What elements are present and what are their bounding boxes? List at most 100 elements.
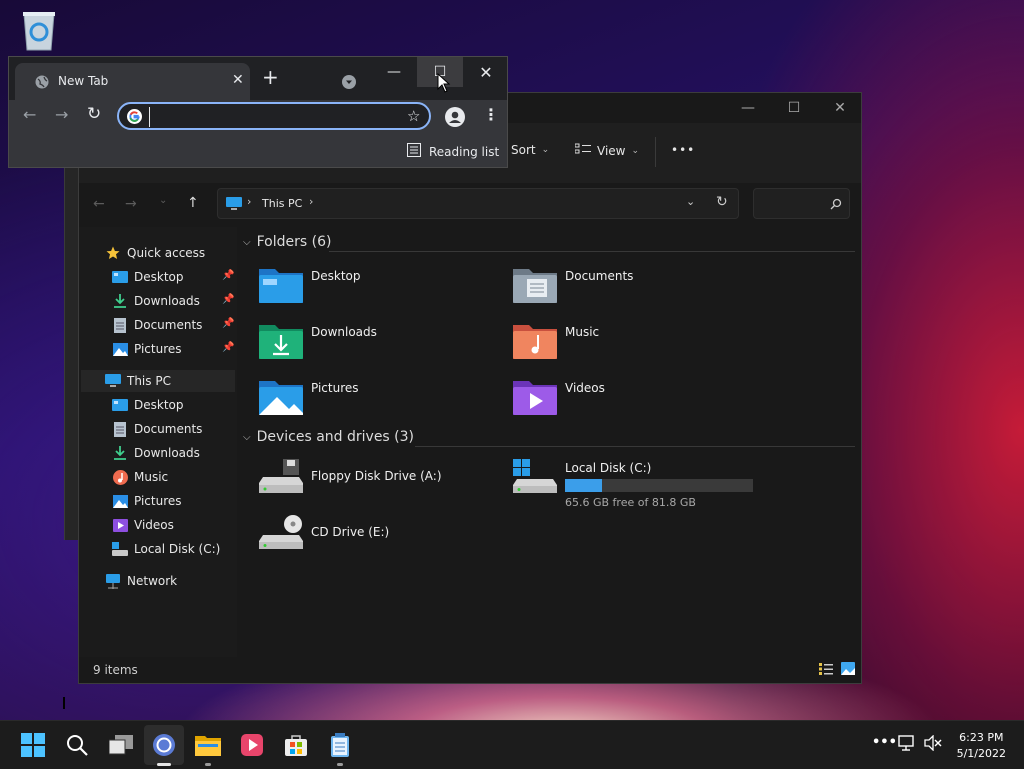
search-input[interactable]	[753, 188, 850, 219]
reload-icon[interactable]: ↻	[87, 104, 101, 124]
omnibox-input[interactable]	[149, 107, 394, 127]
volume-muted-icon[interactable]	[924, 734, 942, 755]
music-folder-icon	[513, 321, 557, 359]
status-bar: 9 items	[79, 657, 861, 683]
folders-group-header[interactable]: ⌵ Folders (6)	[243, 234, 331, 250]
chrome-menu-icon[interactable]: ⋮	[483, 105, 499, 124]
show-hidden-icons-icon[interactable]: •••	[872, 735, 897, 750]
disk-free-text: 65.6 GB free of 81.8 GB	[565, 496, 696, 509]
folder-downloads[interactable]: Downloads	[259, 321, 377, 359]
group-divider	[329, 251, 855, 252]
group-title: Folders (6)	[256, 234, 332, 250]
forward-arrow-icon[interactable]: →	[55, 105, 68, 124]
notepad-taskbar-button[interactable]	[327, 732, 353, 758]
nav-label: Documents	[134, 318, 203, 332]
toolbar-divider	[655, 137, 656, 167]
nav-quick-access[interactable]: Quick access	[105, 242, 205, 264]
explorer-close-button[interactable]: ✕	[817, 93, 863, 123]
running-indicator	[205, 763, 211, 766]
tab-search-icon[interactable]	[342, 74, 356, 93]
nav-label: Desktop	[134, 398, 184, 412]
drive-local-disk[interactable]: Local Disk (C:) 65.6 GB free of 81.8 GB	[513, 457, 753, 509]
forward-arrow-icon[interactable]: →	[125, 196, 137, 212]
pictures-icon	[112, 493, 128, 509]
details-view-icon[interactable]	[819, 663, 833, 678]
nav-pc-local-disk[interactable]: Local Disk (C:)	[112, 538, 220, 560]
running-indicator	[337, 763, 343, 766]
pictures-icon	[112, 341, 128, 357]
explorer-maximize-button[interactable]: ☐	[771, 93, 817, 123]
drives-group-header[interactable]: ⌵ Devices and drives (3)	[243, 429, 414, 445]
recycle-bin-icon[interactable]	[20, 10, 58, 52]
explorer-minimize-button[interactable]: —	[725, 93, 771, 123]
folder-videos[interactable]: Videos	[513, 377, 605, 415]
nav-pc-desktop[interactable]: Desktop	[112, 394, 184, 416]
breadcrumb-this-pc[interactable]: This PC	[262, 197, 302, 210]
view-button[interactable]: View ⌄	[574, 143, 639, 158]
bookmark-star-icon[interactable]: ☆	[407, 107, 420, 125]
nav-pc-pictures[interactable]: Pictures	[112, 490, 182, 512]
reading-list-button[interactable]: Reading list	[407, 142, 499, 161]
pin-icon[interactable]: 📌	[222, 270, 234, 281]
taskbar-clock[interactable]: 6:23 PM 5/1/2022	[957, 730, 1006, 762]
tab-close-icon[interactable]: ✕	[232, 72, 244, 88]
nav-label: Pictures	[134, 342, 182, 356]
media-player-taskbar-button[interactable]	[239, 732, 265, 758]
reading-list-label: Reading list	[429, 144, 500, 159]
view-icon	[574, 143, 591, 158]
drive-label: Floppy Disk Drive (A:)	[311, 469, 442, 483]
nav-pc-music[interactable]: Music	[112, 466, 168, 488]
document-icon	[112, 421, 128, 437]
more-options-button[interactable]: •••	[671, 143, 695, 157]
recent-locations-chevron-icon[interactable]: ⌄	[159, 195, 167, 206]
start-button[interactable]	[20, 732, 46, 758]
folder-pictures[interactable]: Pictures	[259, 377, 359, 415]
pin-icon[interactable]: 📌	[222, 342, 234, 353]
taskbar: ••• 6:23 PM 5/1/2022	[0, 720, 1024, 769]
chrome-toolbar: ← → ↻ ☆ ⋮	[9, 100, 507, 134]
floppy-drive-icon	[259, 457, 303, 495]
drive-cd[interactable]: CD Drive (E:)	[259, 513, 389, 551]
tiles-view-icon[interactable]	[841, 662, 855, 678]
network-icon[interactable]	[898, 735, 916, 755]
this-pc-icon	[226, 196, 242, 215]
nav-pc-downloads[interactable]: Downloads	[112, 442, 200, 464]
group-title: Devices and drives (3)	[256, 429, 415, 445]
nav-pc-documents[interactable]: Documents	[112, 418, 202, 440]
folder-desktop[interactable]: Desktop	[259, 265, 361, 303]
profile-avatar-icon[interactable]	[445, 107, 465, 131]
store-taskbar-button[interactable]	[283, 732, 309, 758]
chrome-icon	[153, 734, 175, 756]
file-explorer-taskbar-button[interactable]	[195, 732, 221, 758]
new-tab-button[interactable]: +	[262, 67, 279, 87]
nav-pc-videos[interactable]: Videos	[112, 514, 174, 536]
back-arrow-icon[interactable]: ←	[93, 196, 105, 212]
tab-new-tab[interactable]: New Tab ✕	[15, 63, 250, 100]
pin-icon[interactable]: 📌	[222, 318, 234, 329]
search-button[interactable]	[64, 732, 90, 758]
chrome-minimize-button[interactable]: —	[371, 57, 417, 87]
back-arrow-icon[interactable]: ←	[23, 105, 36, 124]
address-bar[interactable]: › This PC › ⌄ ↻	[217, 188, 739, 219]
breadcrumb-separator-icon[interactable]: ›	[309, 195, 313, 208]
nav-quick-documents[interactable]: Documents	[112, 314, 202, 336]
nav-network[interactable]: Network	[105, 570, 177, 592]
pin-icon[interactable]: 📌	[222, 294, 234, 305]
chrome-taskbar-button[interactable]	[151, 732, 177, 758]
nav-quick-desktop[interactable]: Desktop	[112, 266, 184, 288]
sort-button[interactable]: Sort ⌄	[511, 143, 549, 157]
nav-quick-pictures[interactable]: Pictures	[112, 338, 182, 360]
folder-documents[interactable]: Documents	[513, 265, 633, 303]
address-dropdown-chevron-icon[interactable]: ⌄	[686, 195, 695, 208]
chrome-close-button[interactable]: ✕	[463, 57, 509, 87]
nav-this-pc[interactable]: This PC	[81, 370, 235, 392]
folder-icon	[195, 736, 221, 756]
drive-floppy[interactable]: Floppy Disk Drive (A:)	[259, 457, 442, 495]
local-disk-icon	[513, 457, 557, 495]
folder-music[interactable]: Music	[513, 321, 599, 359]
nav-quick-downloads[interactable]: Downloads	[112, 290, 200, 312]
refresh-icon[interactable]: ↻	[716, 194, 728, 210]
up-arrow-icon[interactable]: ↑	[187, 195, 199, 211]
omnibox[interactable]: ☆	[117, 102, 431, 130]
task-view-button[interactable]	[108, 732, 134, 758]
